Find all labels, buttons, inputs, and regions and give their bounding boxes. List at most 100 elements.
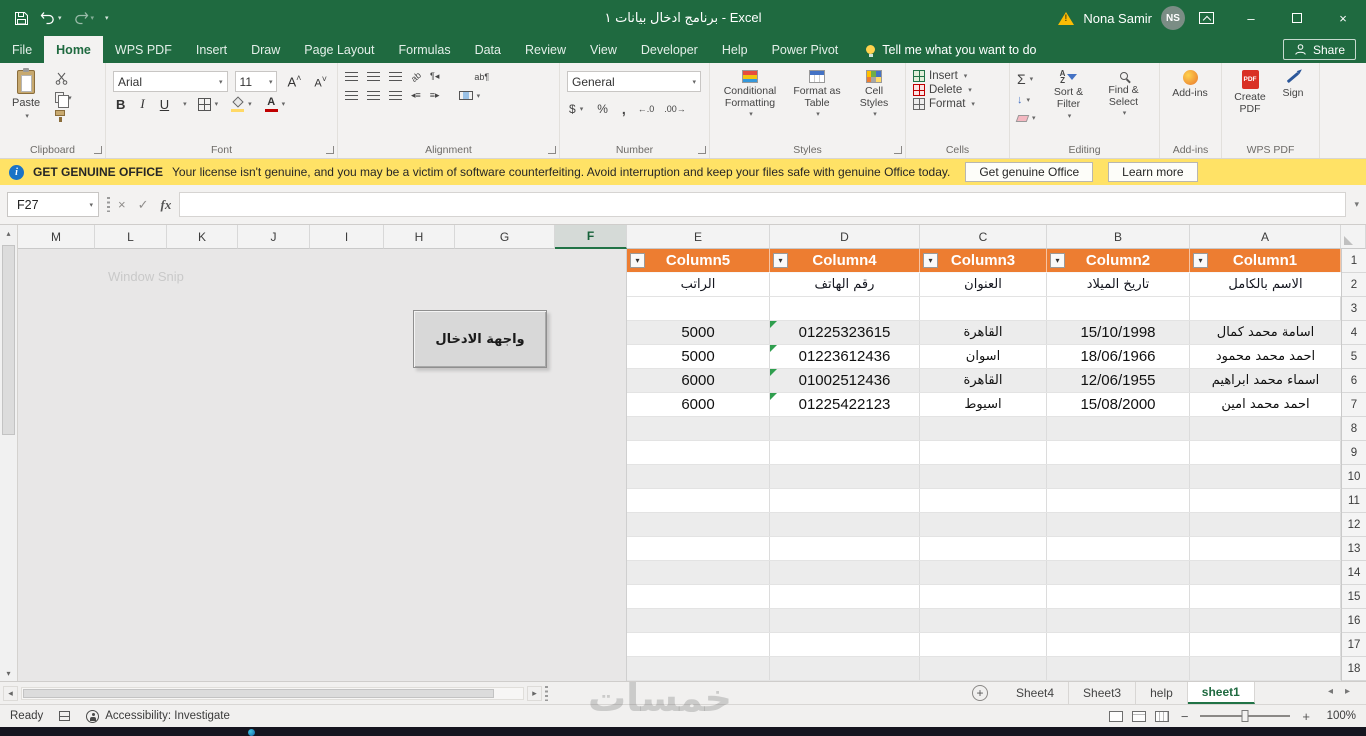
field-name-cell[interactable]: الاسم بالكامل — [1190, 273, 1341, 296]
column-header-i[interactable]: I — [310, 225, 384, 249]
grid-row-9[interactable] — [627, 441, 1341, 465]
birthdate-cell[interactable]: 12/06/1955 — [1047, 369, 1190, 392]
zoom-slider[interactable] — [1200, 710, 1291, 722]
field-name-cell[interactable]: تاريخ الميلاد — [1047, 273, 1190, 296]
field-name-cell[interactable]: العنوان — [920, 273, 1047, 296]
column-header-e[interactable]: E — [627, 225, 770, 249]
row-header[interactable]: 6 — [1342, 369, 1366, 393]
address-cell[interactable]: اسيوط — [920, 393, 1047, 416]
column-header-k[interactable]: K — [167, 225, 238, 249]
bold-button[interactable]: B — [113, 97, 128, 112]
name-box[interactable]: F27 ▾ — [7, 192, 99, 217]
fill-button[interactable]: ↓ ▾ — [1015, 93, 1038, 107]
name-cell[interactable]: اسماء محمد ابراهيم — [1190, 369, 1341, 392]
tab-help[interactable]: Help — [710, 36, 760, 63]
row-header[interactable]: 10 — [1342, 465, 1366, 489]
tab-file[interactable]: File — [0, 36, 44, 63]
align-left-icon[interactable] — [345, 91, 358, 100]
learn-more-button[interactable]: Learn more — [1108, 162, 1198, 182]
grid-row-17[interactable] — [627, 633, 1341, 657]
dialog-launcher-icon[interactable] — [698, 146, 706, 154]
tab-wps-pdf[interactable]: WPS PDF — [103, 36, 184, 63]
redo-button[interactable]: ▾ — [73, 11, 94, 25]
dialog-launcher-icon[interactable] — [548, 146, 556, 154]
tab-developer[interactable]: Developer — [629, 36, 710, 63]
horizontal-scroll-thumb[interactable] — [23, 688, 494, 698]
row-header[interactable]: 8 — [1342, 417, 1366, 441]
wrap-text-button[interactable]: ab¶ — [474, 72, 489, 82]
name-cell[interactable]: احمد محمد محمود — [1190, 345, 1341, 368]
conditional-formatting-button[interactable]: Conditional Formatting ▾ — [715, 68, 785, 140]
tab-view[interactable]: View — [578, 36, 629, 63]
field-name-cell[interactable]: الراتب — [627, 273, 770, 296]
cut-button[interactable] — [53, 71, 74, 86]
align-middle-icon[interactable] — [367, 72, 380, 81]
increase-decimal-button[interactable]: ←.0 — [638, 104, 655, 114]
tab-scroll-right-icon[interactable]: ▸ — [1345, 686, 1350, 697]
copy-button[interactable]: ▾ — [53, 91, 74, 108]
row-header[interactable]: 18 — [1342, 657, 1366, 681]
salary-cell[interactable]: 5000 — [627, 345, 770, 368]
page-break-view-icon[interactable] — [1154, 710, 1169, 722]
formula-input[interactable] — [179, 192, 1347, 217]
name-cell[interactable]: اسامة محمد كمال — [1190, 321, 1341, 344]
taskbar-app-icon[interactable] — [248, 729, 255, 736]
font-name-combo[interactable]: Arial ▾ — [113, 71, 228, 92]
row-header[interactable]: 7 — [1342, 393, 1366, 417]
font-size-combo[interactable]: 11 ▾ — [234, 71, 278, 92]
accounting-format-button[interactable]: $ ▾ — [567, 101, 585, 117]
delete-cells-button[interactable]: Delete ▾ — [913, 84, 1002, 96]
format-as-table-button[interactable]: Format as Table ▾ — [787, 68, 847, 140]
grid-row-15[interactable] — [627, 585, 1341, 609]
align-right-icon[interactable] — [389, 91, 402, 100]
sort-filter-button[interactable]: AZ Sort & Filter ▾ — [1044, 68, 1094, 123]
salary-cell[interactable]: 5000 — [627, 321, 770, 344]
address-cell[interactable]: اسوان — [920, 345, 1047, 368]
tab-scroll-left-icon[interactable]: ◂ — [1328, 686, 1333, 697]
paste-button[interactable]: Paste ▾ — [5, 68, 47, 122]
orientation-button[interactable]: ab — [409, 69, 423, 83]
row-header[interactable]: 12 — [1342, 513, 1366, 537]
zoom-out-button[interactable]: − — [1178, 709, 1192, 724]
new-sheet-button[interactable]: + — [972, 685, 988, 701]
grid-row-10[interactable] — [627, 465, 1341, 489]
decrease-font-button[interactable]: A˅ — [311, 74, 330, 90]
tab-insert[interactable]: Insert — [184, 36, 239, 63]
expand-formula-bar-icon[interactable]: ▾ — [1354, 199, 1359, 210]
underline-button[interactable]: U — [157, 97, 172, 112]
page-layout-view-icon[interactable] — [1131, 710, 1146, 722]
minimize-button[interactable]: – — [1228, 0, 1274, 36]
confirm-entry-icon[interactable]: ✓ — [138, 197, 149, 213]
ribbon-display-options-icon[interactable] — [1199, 12, 1214, 24]
tab-review[interactable]: Review — [513, 36, 578, 63]
filter-dropdown-icon[interactable]: ▾ — [1050, 253, 1065, 268]
clear-button[interactable]: ▾ — [1015, 113, 1038, 123]
salary-cell[interactable]: 6000 — [627, 369, 770, 392]
grid-row-14[interactable] — [627, 561, 1341, 585]
find-select-button[interactable]: Find & Select ▾ — [1100, 68, 1148, 123]
formula-bar-grip[interactable] — [107, 197, 110, 212]
grid-row-3[interactable] — [627, 297, 1341, 321]
decrease-decimal-button[interactable]: .00→ — [664, 104, 686, 114]
zoom-in-button[interactable]: + — [1299, 709, 1313, 724]
row-header[interactable]: 1 — [1342, 249, 1366, 273]
row-header[interactable]: 4 — [1342, 321, 1366, 345]
phone-cell[interactable]: 01225323615 — [770, 321, 920, 344]
zoom-level[interactable]: 100% — [1322, 710, 1356, 722]
create-pdf-button[interactable]: PDF Create PDF — [1227, 68, 1273, 140]
select-all-corner[interactable] — [1341, 225, 1366, 249]
scroll-down-icon[interactable]: ▾ — [0, 665, 17, 681]
dialog-launcher-icon[interactable] — [894, 146, 902, 154]
grid-row-11[interactable] — [627, 489, 1341, 513]
comma-style-button[interactable]: , — [620, 100, 628, 118]
insert-function-button[interactable]: fx — [161, 197, 172, 213]
account-area[interactable]: Nona Samir NS — [1058, 6, 1185, 30]
borders-button[interactable]: ▾ — [196, 97, 221, 112]
avatar[interactable]: NS — [1161, 6, 1185, 30]
name-cell[interactable]: احمد محمد امين — [1190, 393, 1341, 416]
table-header-cell[interactable]: ▾ Column4 — [770, 249, 920, 272]
row-header[interactable]: 2 — [1342, 273, 1366, 297]
sheet-tab-sheet4[interactable]: Sheet4 — [1002, 682, 1070, 704]
horizontal-scrollbar[interactable]: ◂ ▸ — [3, 685, 548, 701]
customize-quick-access-button[interactable]: ▾ — [105, 14, 109, 22]
